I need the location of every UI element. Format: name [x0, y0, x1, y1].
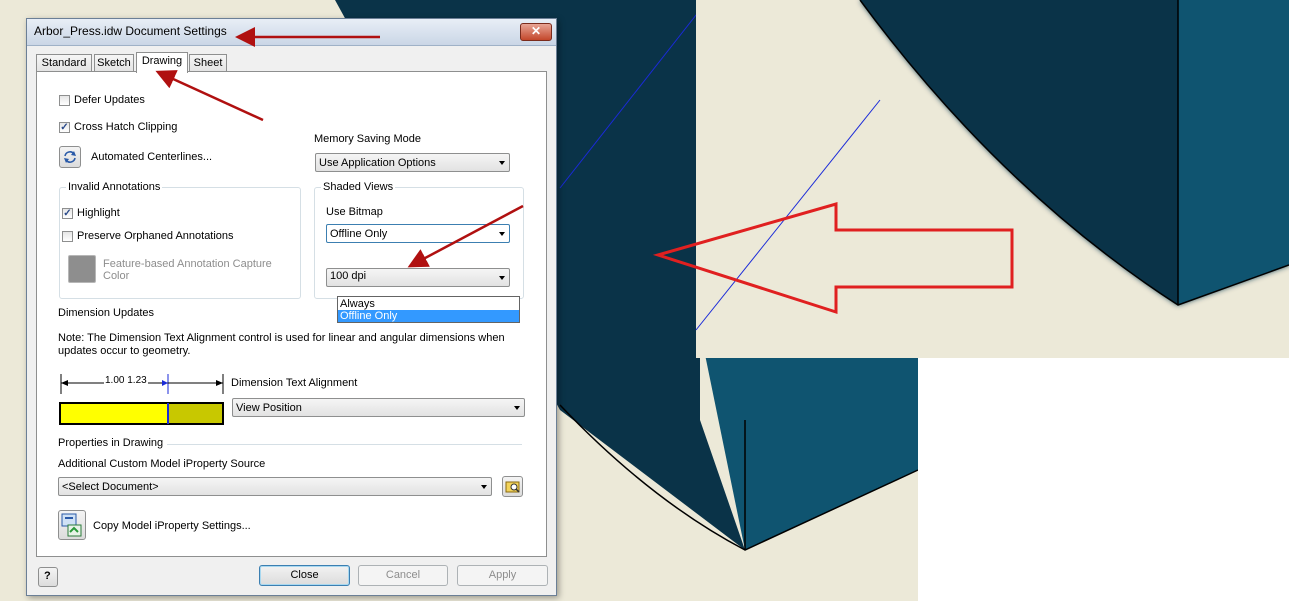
- property-source-label: Additional Custom Model iProperty Source: [58, 458, 266, 470]
- tab-standard[interactable]: Standard: [36, 54, 92, 71]
- copy-iproperty-settings-button[interactable]: [58, 510, 86, 540]
- tab-sketch[interactable]: Sketch: [94, 54, 134, 71]
- chevron-down-icon: [499, 161, 505, 165]
- use-bitmap-label: Use Bitmap: [326, 206, 383, 218]
- dropdown-option-offline-only[interactable]: Offline Only: [338, 310, 519, 322]
- zoom-solid-side: [1178, 0, 1289, 305]
- title-bar[interactable]: Arbor_Press.idw Document Settings ✕: [27, 19, 556, 46]
- dropdown-option-always[interactable]: Always: [338, 298, 519, 310]
- invalid-annotations-title: Invalid Annotations: [66, 181, 163, 193]
- resolution-value: 100 dpi: [330, 270, 367, 282]
- cancel-button[interactable]: Cancel: [358, 565, 448, 586]
- help-icon: ?: [44, 570, 51, 582]
- preserve-orphaned-checkbox[interactable]: [62, 231, 73, 242]
- resolution-select[interactable]: 100 dpi: [326, 268, 510, 287]
- white-area: [918, 358, 1289, 601]
- document-settings-dialog: Arbor_Press.idw Document Settings ✕ Stan…: [26, 18, 557, 596]
- close-icon[interactable]: ✕: [520, 23, 552, 41]
- highlight-label: Highlight: [77, 207, 120, 219]
- help-button[interactable]: ?: [38, 567, 58, 587]
- invalid-annotations-group: Invalid Annotations ✓ Highlight Preserve…: [59, 181, 301, 299]
- dimension-preview-text: 1.00 1.23: [104, 375, 148, 386]
- dimension-updates-title: Dimension Updates: [58, 307, 154, 319]
- apply-button[interactable]: Apply: [457, 565, 548, 586]
- refresh-icon: [64, 151, 76, 163]
- tab-sheet[interactable]: Sheet: [189, 54, 227, 71]
- properties-in-drawing-title: Properties in Drawing: [58, 437, 164, 449]
- capture-color-label: Feature-based Annotation Capture Color: [103, 258, 272, 282]
- dimension-text-alignment-value: View Position: [236, 402, 302, 414]
- chevron-down-icon: [514, 406, 520, 410]
- dimension-note: Note: The Dimension Text Alignment contr…: [58, 332, 505, 357]
- chevron-down-icon: [481, 485, 487, 489]
- capture-color-swatch[interactable]: [68, 255, 96, 283]
- dialog-title: Arbor_Press.idw Document Settings: [34, 24, 227, 38]
- close-button[interactable]: Close: [259, 565, 350, 586]
- chevron-down-icon: [499, 232, 505, 236]
- browse-document-button[interactable]: [502, 476, 523, 497]
- shaded-views-title: Shaded Views: [321, 181, 396, 193]
- cross-hatch-clipping-checkbox[interactable]: ✓: [59, 122, 70, 133]
- cross-hatch-clipping-label: Cross Hatch Clipping: [74, 121, 178, 133]
- use-bitmap-value: Offline Only: [330, 228, 388, 240]
- dimension-text-alignment-label: Dimension Text Alignment: [231, 377, 358, 389]
- dimension-alignment-preview: 1.00 1.23: [58, 374, 226, 426]
- memory-saving-mode-value: Use Application Options: [319, 157, 436, 169]
- copy-iproperty-settings-label: Copy Model iProperty Settings...: [93, 520, 251, 532]
- highlight-checkbox[interactable]: ✓: [62, 208, 73, 219]
- memory-saving-mode-label: Memory Saving Mode: [314, 133, 421, 145]
- property-source-value: <Select Document>: [62, 481, 159, 493]
- drawing-tab-panel: Defer Updates ✓ Cross Hatch Clipping Aut…: [36, 71, 547, 557]
- memory-saving-mode-select[interactable]: Use Application Options: [315, 153, 510, 172]
- copy-settings-icon: [61, 513, 82, 537]
- properties-separator: [167, 444, 522, 445]
- property-source-select[interactable]: <Select Document>: [58, 477, 492, 496]
- automated-centerlines-label: Automated Centerlines...: [91, 151, 213, 163]
- automated-centerlines-button[interactable]: [59, 146, 81, 168]
- shaded-views-group: Shaded Views Use Bitmap Offline Only 100…: [314, 181, 524, 299]
- preserve-orphaned-label: Preserve Orphaned Annotations: [77, 230, 234, 242]
- defer-updates-checkbox[interactable]: [59, 95, 70, 106]
- folder-search-icon: [505, 481, 520, 493]
- use-bitmap-dropdown-list: Always Offline Only: [337, 296, 520, 323]
- chevron-down-icon: [499, 276, 505, 280]
- tab-drawing[interactable]: Drawing: [136, 52, 188, 73]
- use-bitmap-select[interactable]: Offline Only: [326, 224, 510, 243]
- dimension-text-alignment-select[interactable]: View Position: [232, 398, 525, 417]
- defer-updates-label: Defer Updates: [74, 94, 145, 106]
